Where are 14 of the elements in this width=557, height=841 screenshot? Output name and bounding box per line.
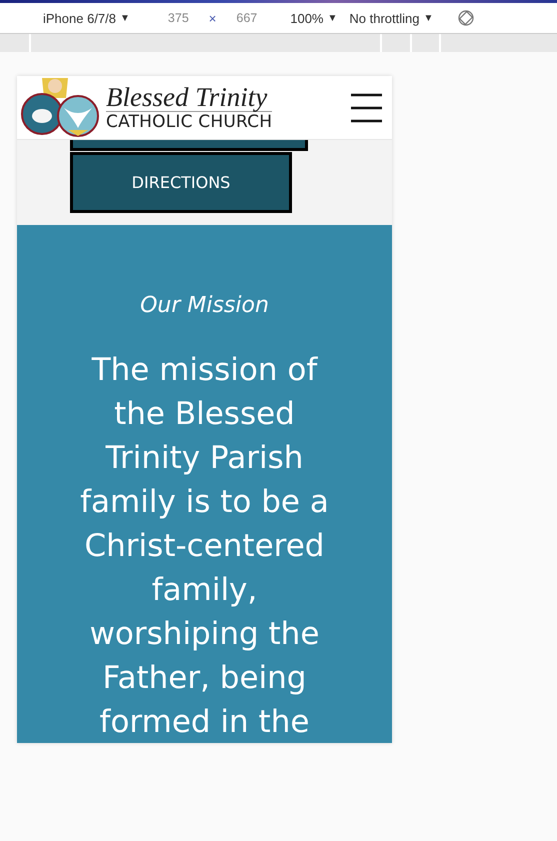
height-field[interactable]: 667	[236, 11, 258, 25]
directions-button[interactable]: DIRECTIONS	[70, 152, 292, 213]
zoom-dropdown[interactable]: 100% ▼	[290, 10, 338, 26]
width-field[interactable]: 375	[168, 11, 189, 25]
device-dropdown[interactable]: iPhone 6/7/8 ▼	[43, 10, 130, 26]
button-edge[interactable]	[70, 140, 308, 151]
mission-text: The mission of the Blessed Trinity Parish family is to be a Christ-centered family, worshiping the Father, being formed in the	[80, 351, 329, 742]
logo-script-text: Blessed Trinity	[106, 83, 272, 112]
menu-icon[interactable]	[351, 92, 382, 122]
throttling-dropdown[interactable]: No throttling ▼	[349, 10, 434, 26]
logo-caption: CATHOLIC CHURCH	[106, 112, 272, 132]
times-sign: ×	[208, 10, 216, 26]
rotate-icon[interactable]	[458, 10, 474, 26]
section-heading: Our Mission	[140, 293, 269, 318]
